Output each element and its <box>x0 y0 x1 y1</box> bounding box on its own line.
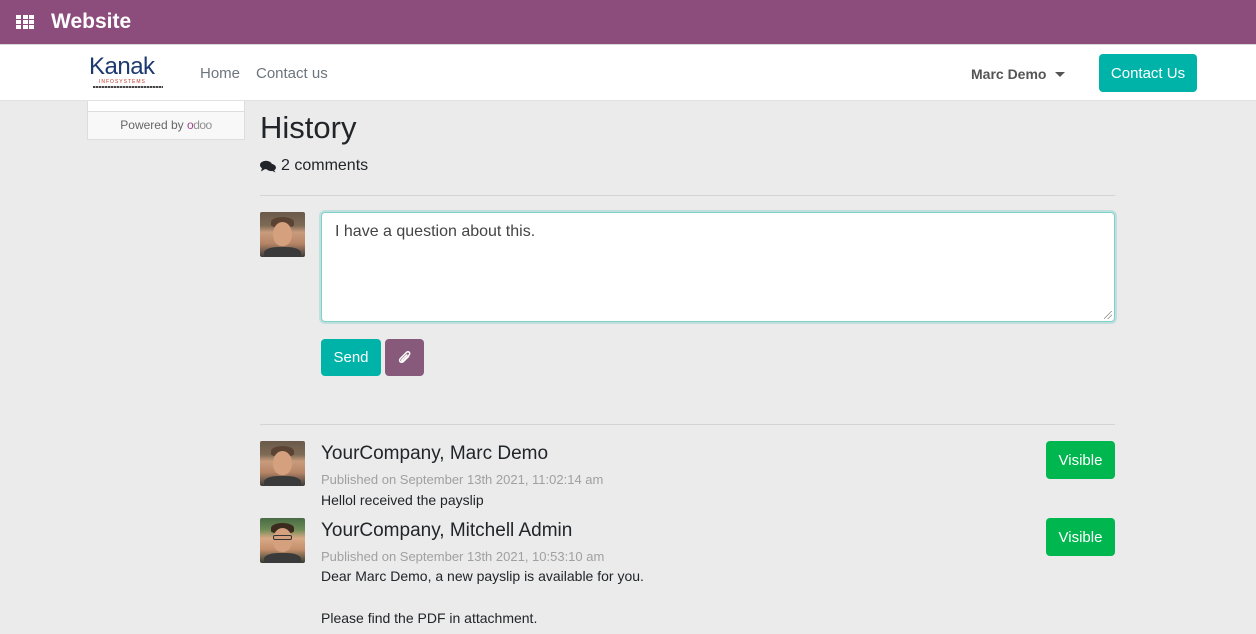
visibility-toggle-button[interactable]: Visible <box>1046 441 1115 479</box>
divider <box>260 195 1115 196</box>
app-bar: Website <box>0 0 1256 44</box>
attach-button[interactable] <box>385 339 424 376</box>
avatar <box>260 441 305 486</box>
avatar <box>260 212 305 257</box>
nav-link-home[interactable]: Home <box>200 65 240 82</box>
avatar <box>260 518 305 563</box>
apps-menu-icon[interactable] <box>16 15 34 29</box>
message-author: YourCompany, Mitchell Admin <box>321 520 573 541</box>
powered-by-card: Powered by odoo <box>87 101 245 140</box>
company-logo[interactable]: Kanak INFOSYSTEMS <box>89 55 167 93</box>
comment-textarea[interactable]: I have a question about this. <box>321 212 1115 322</box>
divider <box>260 424 1115 425</box>
page-title: History <box>260 110 357 145</box>
powered-by-label: Powered by <box>120 118 184 132</box>
contact-us-button[interactable]: Contact Us <box>1099 54 1197 92</box>
user-name: Marc Demo <box>971 66 1047 82</box>
send-button[interactable]: Send <box>321 339 381 376</box>
caret-down-icon <box>1055 71 1066 77</box>
comments-count: 2 comments <box>260 157 368 175</box>
resize-handle-icon[interactable] <box>1104 311 1112 319</box>
website-navbar: Kanak INFOSYSTEMS Home Contact us Marc D… <box>0 44 1256 101</box>
paperclip-icon <box>398 350 410 363</box>
message-body-line: Please find the PDF in attachment. <box>321 610 538 626</box>
comment-text: I have a question about this. <box>335 223 536 240</box>
message-body-line: Dear Marc Demo, a new payslip is availab… <box>321 568 644 584</box>
comments-count-label: 2 comments <box>281 157 369 174</box>
comments-icon <box>260 160 276 172</box>
odoo-logo[interactable]: odoo <box>187 118 212 132</box>
visibility-toggle-button[interactable]: Visible <box>1046 518 1115 556</box>
message-date: Published on September 13th 2021, 11:02:… <box>321 472 604 487</box>
message-body: Hellol received the payslip <box>321 492 484 508</box>
message-date: Published on September 13th 2021, 10:53:… <box>321 549 605 564</box>
user-menu[interactable]: Marc Demo <box>971 66 1066 82</box>
app-title[interactable]: Website <box>51 10 131 34</box>
nav-link-contact[interactable]: Contact us <box>256 65 328 82</box>
message-author: YourCompany, Marc Demo <box>321 443 549 464</box>
